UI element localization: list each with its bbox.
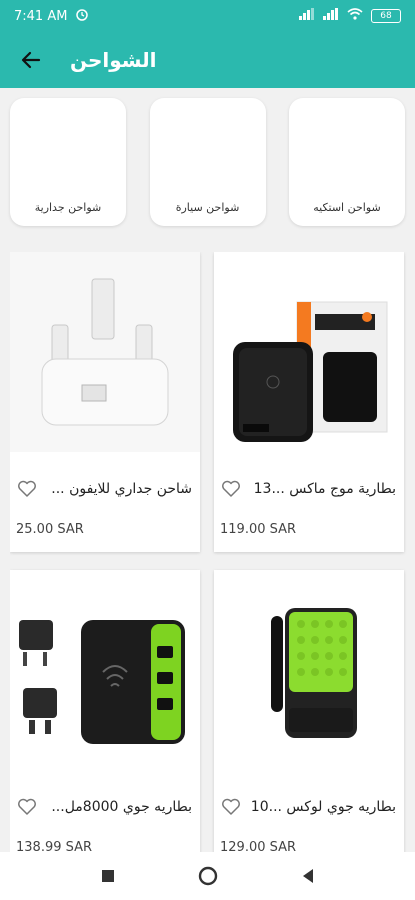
product-grid: بطارية موج ماكس ...13 119.00 SAR شاحن جد… — [10, 252, 408, 852]
product-card[interactable]: بطاريه جوي لوكس ...10 129.00 SAR — [214, 570, 404, 852]
product-price: 138.99 SAR — [16, 840, 93, 852]
battery-icon: 68 — [371, 9, 401, 23]
square-icon — [101, 870, 114, 882]
product-name-row: بطاريه جوي لوكس ...10 — [220, 795, 396, 819]
power-bank-image — [214, 252, 404, 452]
favorite-button[interactable] — [220, 796, 242, 818]
app-bar: الشواحن — [0, 32, 415, 88]
favorite-button[interactable] — [16, 478, 38, 500]
back-button[interactable] — [16, 45, 46, 75]
category-wall-chargers[interactable]: شواحن جدارية — [10, 98, 126, 226]
system-nav-bar — [0, 852, 415, 900]
status-bar: 7:41 AM 68 — [0, 0, 415, 32]
alarm-icon — [75, 7, 89, 25]
product-price: 129.00 SAR — [220, 840, 297, 852]
heart-icon — [222, 798, 240, 815]
product-name-row: شاحن جداري للايفون ... — [16, 477, 192, 501]
product-price: 25.00 SAR — [16, 522, 84, 537]
status-time: 7:41 AM — [14, 8, 68, 24]
product-name: شاحن جداري للايفون ... — [51, 481, 192, 497]
category-desk-chargers[interactable]: شواحن استكيه — [289, 98, 405, 226]
product-name-row: بطاريه جوي 8000مل... — [16, 795, 192, 819]
category-row: شواحن جدارية شواحن سيارة شواحن استكيه — [0, 98, 415, 238]
favorite-button[interactable] — [16, 796, 38, 818]
circle-icon — [198, 866, 217, 886]
signal-icon — [299, 8, 315, 24]
heart-icon — [18, 798, 36, 815]
page-title: الشواحن — [70, 48, 157, 72]
category-car-chargers[interactable]: شواحن سيارة — [149, 98, 266, 226]
signal-icon-2 — [323, 8, 339, 24]
product-name: بطاريه جوي 8000مل... — [51, 799, 192, 815]
category-label: شواحن سيارة — [175, 201, 240, 214]
wifi-icon — [347, 8, 363, 24]
category-label: شواحن جدارية — [34, 201, 102, 214]
home-button[interactable] — [193, 861, 223, 891]
category-label: شواحن استكيه — [313, 201, 381, 214]
product-card[interactable]: شاحن جداري للايفون ... 25.00 SAR — [10, 252, 200, 552]
product-name: بطاريه جوي لوكس ...10 — [250, 799, 396, 815]
arrow-left-icon — [21, 51, 41, 69]
wall-charger-image — [10, 252, 200, 452]
product-price: 119.00 SAR — [220, 522, 297, 537]
triangle-back-icon — [302, 869, 313, 883]
green-power-bank-image — [214, 570, 404, 770]
product-name-row: بطارية موج ماكس ...13 — [220, 477, 396, 501]
product-card[interactable]: بطاريه جوي 8000مل... 138.99 SAR — [10, 570, 200, 852]
heart-icon — [222, 480, 240, 497]
product-card[interactable]: بطارية موج ماكس ...13 119.00 SAR — [214, 252, 404, 552]
favorite-button[interactable] — [220, 478, 242, 500]
travel-power-bank-image — [10, 570, 200, 770]
product-name: بطارية موج ماكس ...13 — [253, 481, 396, 497]
recents-button[interactable] — [93, 861, 123, 891]
heart-icon — [18, 480, 36, 497]
back-nav-button[interactable] — [293, 861, 323, 891]
